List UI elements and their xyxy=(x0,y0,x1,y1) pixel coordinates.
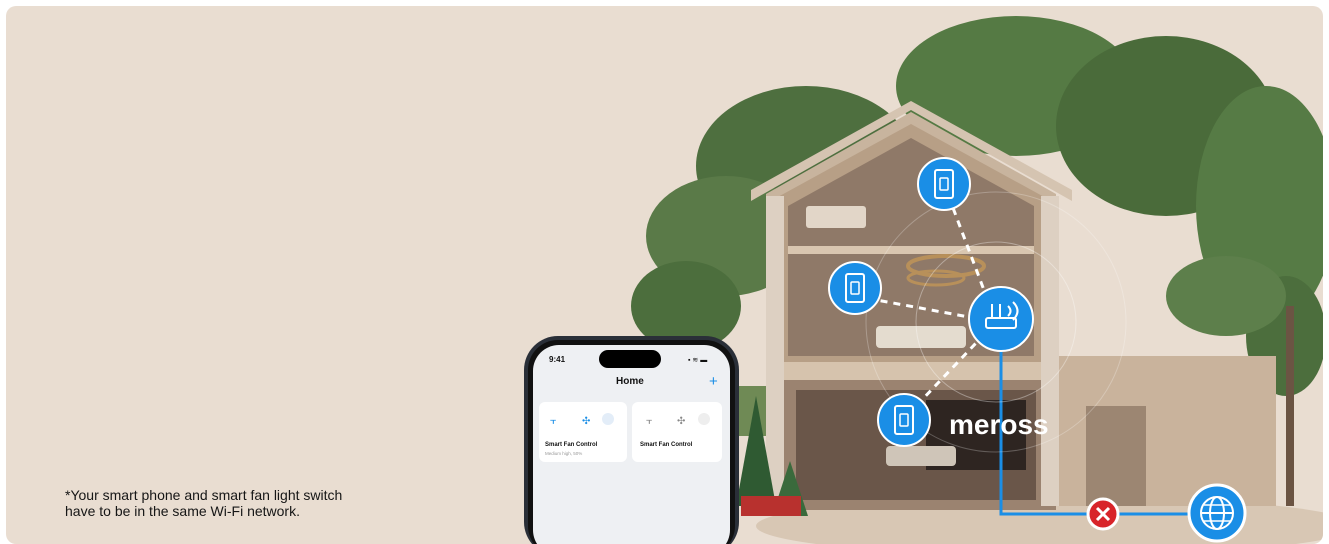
wall-switch-icon xyxy=(828,261,882,315)
device-card[interactable]: ⫟ ✣ Smart Fan Control Medium high, 50% xyxy=(539,402,627,462)
status-time: 9:41 xyxy=(549,355,566,364)
card-title: Smart Fan Control xyxy=(545,442,598,448)
card-title: Smart Fan Control xyxy=(640,442,693,448)
fan-icon[interactable]: ✣ xyxy=(582,416,590,427)
note-line-1: *Your smart phone and smart fan light sw… xyxy=(65,487,343,503)
router-icon xyxy=(968,286,1034,352)
bulb-icon[interactable] xyxy=(602,413,614,425)
fan-light-icon[interactable]: ⫟ xyxy=(646,415,653,427)
network-note: *Your smart phone and smart fan light sw… xyxy=(65,487,395,519)
brand-sign: meross xyxy=(949,409,1049,440)
phone: 9:41 ▪︎ ≋ ▬ Home + ⫟ ✣ Smart Fan Control… xyxy=(524,336,739,544)
status-icons: ▪︎ ≋ ▬ xyxy=(688,357,707,364)
illustration: meross 9:41 ▪︎ ≋ ▬ Home + ⫟ ✣ Smart Fan … xyxy=(524,16,1323,544)
wall-switch-icon xyxy=(877,393,931,447)
device-card[interactable]: ⫟ ✣ Smart Fan Control xyxy=(632,402,722,462)
card-subtitle: Medium high, 50% xyxy=(545,451,582,456)
fan-light-icon[interactable]: ⫟ xyxy=(550,415,557,427)
fan-icon[interactable]: ✣ xyxy=(677,416,685,427)
plus-icon[interactable]: + xyxy=(709,373,718,390)
bulb-icon[interactable] xyxy=(698,413,710,425)
banner: meross 9:41 ▪︎ ≋ ▬ Home + ⫟ ✣ Smart Fan … xyxy=(6,6,1323,544)
app-title: Home xyxy=(616,376,644,387)
globe-icon xyxy=(1187,483,1247,543)
wall-switch-icon xyxy=(917,157,971,211)
close-icon xyxy=(1086,497,1120,531)
note-line-2: have to be in the same Wi-Fi network. xyxy=(65,503,300,519)
